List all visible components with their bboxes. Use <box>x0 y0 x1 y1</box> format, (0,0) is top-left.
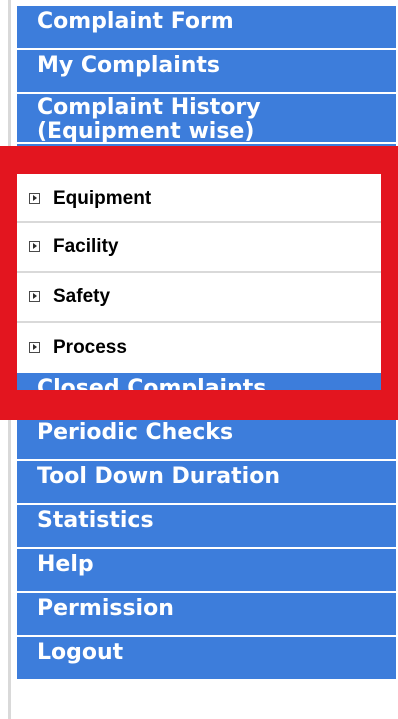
menu-item-closed-complaints[interactable]: Closed Complaints <box>17 373 396 415</box>
left-divider <box>8 0 11 719</box>
expand-arrow-icon <box>29 291 40 302</box>
pending-complaints-submenu: Equipment Facility Safety Process <box>17 176 396 363</box>
submenu-item-label: Safety <box>53 286 111 307</box>
menu-item-help[interactable]: Help <box>17 549 396 591</box>
submenu-item-label: Facility <box>53 236 119 257</box>
menu-item-complaint-history-sublabel: (Equipment wise) <box>37 119 255 143</box>
submenu-item-label: Process <box>53 337 127 358</box>
menu-item-complaint-form[interactable]: Complaint Form <box>17 6 396 48</box>
menu-item-complaint-history[interactable]: Complaint History (Equipment wise) <box>17 94 396 142</box>
expand-arrow-icon <box>29 241 40 252</box>
menu-item-logout[interactable]: Logout <box>17 637 396 679</box>
menu-item-complaint-history-label: Complaint History <box>37 95 261 120</box>
menu-item-tool-down-duration[interactable]: Tool Down Duration <box>17 461 396 503</box>
page: Complaint Form My Complaints Complaint H… <box>0 0 398 719</box>
expand-arrow-icon <box>29 342 40 353</box>
menu-item-periodic-checks[interactable]: Periodic Checks <box>17 417 396 459</box>
menu-item-statistics[interactable]: Statistics <box>17 505 396 547</box>
submenu-item-process[interactable]: Process <box>17 323 396 363</box>
menu-item-permission[interactable]: Permission <box>17 593 396 635</box>
sidebar-menu: Complaint Form My Complaints Complaint H… <box>17 6 396 681</box>
menu-item-my-complaints[interactable]: My Complaints <box>17 50 396 92</box>
submenu-item-label: Equipment <box>53 188 152 209</box>
submenu-item-equipment[interactable]: Equipment <box>17 176 396 223</box>
expand-arrow-icon <box>29 192 40 204</box>
submenu-item-safety[interactable]: Safety <box>17 273 396 323</box>
menu-item-pending-complaints[interactable]: Pending Complaints <box>17 144 396 174</box>
submenu-item-facility[interactable]: Facility <box>17 223 396 273</box>
